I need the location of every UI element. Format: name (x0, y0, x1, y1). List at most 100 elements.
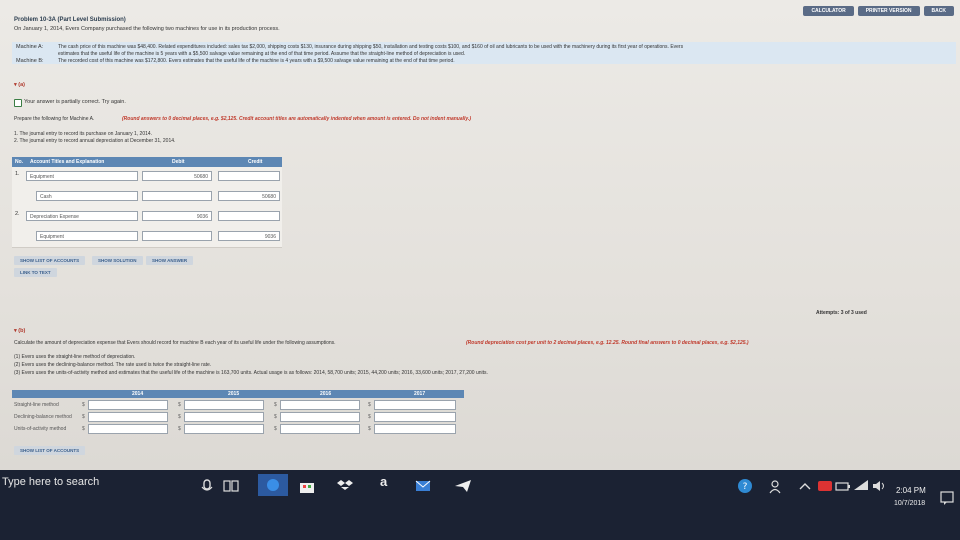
depreciation-input[interactable] (280, 412, 360, 422)
assumption-2: (2) Evers uses the declining-balance met… (14, 362, 212, 368)
machine-b-text: The recorded cost of this machine was $1… (58, 58, 455, 64)
dropbox-icon[interactable] (336, 478, 354, 494)
entry-number: 1. (15, 171, 20, 177)
credit-input[interactable] (218, 211, 280, 221)
machine-a-text: The cash price of this machine was $48,4… (58, 44, 684, 50)
debit-input[interactable]: 9036 (142, 211, 212, 221)
col-no: No. (15, 159, 24, 165)
dollar-sign: $ (178, 414, 181, 420)
store-icon[interactable] (298, 478, 316, 494)
mail-icon[interactable] (414, 478, 432, 494)
method-label: Units-of-activity method (14, 426, 67, 432)
col-debit: Debit (172, 159, 185, 165)
col-account: Account Titles and Explanation (30, 159, 105, 165)
dollar-sign: $ (178, 426, 181, 432)
credit-input[interactable]: 50680 (218, 191, 280, 201)
calculator-button[interactable]: CALCULATOR (803, 6, 854, 16)
method-label: Straight-line method (14, 402, 59, 408)
show-solution-button[interactable]: SHOW SOLUTION (92, 256, 143, 265)
part-b-toggle[interactable]: ▾ (b) (14, 328, 25, 334)
debit-input[interactable] (142, 191, 212, 201)
back-button[interactable]: BACK (923, 6, 954, 16)
depreciation-input[interactable] (280, 424, 360, 434)
machine-a-label: Machine A: (16, 44, 44, 50)
answer-status: Your answer is partially correct. Try ag… (24, 99, 126, 105)
account-input[interactable]: Equipment (36, 231, 138, 241)
dollar-sign: $ (82, 426, 85, 432)
edge-browser-icon[interactable] (258, 474, 288, 496)
machine-b-label: Machine B: (16, 58, 44, 64)
help-icon[interactable]: ? (736, 478, 754, 494)
debit-input[interactable]: 50680 (142, 171, 212, 181)
send-icon[interactable] (454, 478, 472, 494)
journal-row: 1. Equipment 50680 (12, 167, 282, 188)
svg-text:?: ? (743, 482, 748, 492)
assumption-3: (3) Evers uses the units-of-activity met… (14, 370, 488, 376)
link-to-text-button[interactable]: LINK TO TEXT (14, 268, 57, 277)
part-b-instruction: (Round depreciation cost per unit to 2 d… (466, 340, 749, 346)
part-a-toggle[interactable]: ▾ (a) (14, 82, 25, 88)
tray-app-icon[interactable] (816, 478, 834, 494)
journal-row: Cash 50680 (12, 187, 282, 208)
battery-icon[interactable] (834, 478, 852, 494)
depreciation-input[interactable] (374, 424, 456, 434)
partially-correct-icon (14, 99, 22, 107)
depreciation-input[interactable] (88, 424, 168, 434)
dollar-sign: $ (82, 402, 85, 408)
account-input[interactable]: Cash (36, 191, 138, 201)
year-header: 2015 (228, 391, 240, 397)
depreciation-input[interactable] (374, 400, 456, 410)
people-icon[interactable] (768, 478, 786, 494)
show-list-of-accounts-button-b[interactable]: SHOW LIST OF ACCOUNTS (14, 446, 86, 455)
part-a-instruction: (Round answers to 0 decimal places, e.g.… (122, 116, 472, 122)
dollar-sign: $ (368, 426, 371, 432)
notification-icon[interactable] (938, 490, 956, 506)
amazon-app-icon[interactable]: a (380, 474, 387, 489)
problem-intro: On January 1, 2014, Evers Company purcha… (14, 26, 280, 32)
dollar-sign: $ (274, 426, 277, 432)
credit-input[interactable]: 9036 (218, 231, 280, 241)
depreciation-input[interactable] (88, 412, 168, 422)
depreciation-input[interactable] (88, 400, 168, 410)
journal-table-header: No. Account Titles and Explanation Debit… (12, 157, 282, 167)
part-a-item-1: 1. The journal entry to record its purch… (14, 131, 153, 137)
depreciation-input[interactable] (184, 400, 264, 410)
method-label: Declining-balance method (14, 414, 72, 420)
top-toolbar: CALCULATOR PRINTER VERSION BACK (803, 6, 954, 16)
part-b-prompt: Calculate the amount of depreciation exp… (14, 340, 336, 346)
clock-date[interactable]: 10/7/2018 (894, 500, 925, 507)
depreciation-input[interactable] (374, 412, 456, 422)
dollar-sign: $ (178, 402, 181, 408)
volume-icon[interactable] (870, 478, 888, 494)
clock-time[interactable]: 2:04 PM (896, 486, 926, 495)
account-input[interactable]: Depreciation Expense (26, 211, 138, 221)
problem-page: CALCULATOR PRINTER VERSION BACK Problem … (0, 0, 960, 470)
debit-input[interactable] (142, 231, 212, 241)
assumption-1: (1) Evers uses the straight-line method … (14, 354, 136, 360)
account-input[interactable]: Equipment (26, 171, 138, 181)
machine-a-text-cont: estimates that the useful life of the ma… (58, 51, 466, 57)
attempts-counter: Attempts: 3 of 3 used (816, 310, 867, 316)
year-header: 2016 (320, 391, 332, 397)
dollar-sign: $ (82, 414, 85, 420)
show-answer-button[interactable]: SHOW ANSWER (146, 256, 194, 265)
taskbar-search-input[interactable]: Type here to search (2, 476, 99, 488)
journal-row: Equipment 9036 (12, 227, 282, 248)
journal-row: 2. Depreciation Expense 9036 (12, 207, 282, 228)
chevron-up-icon[interactable] (796, 478, 814, 494)
printer-version-button[interactable]: PRINTER VERSION (857, 6, 920, 16)
dollar-sign: $ (274, 414, 277, 420)
dollar-sign: $ (274, 402, 277, 408)
show-list-of-accounts-button[interactable]: SHOW LIST OF ACCOUNTS (14, 256, 86, 265)
dollar-sign: $ (368, 402, 371, 408)
microphone-icon[interactable] (198, 478, 216, 494)
part-a-item-2: 2. The journal entry to record annual de… (14, 138, 176, 144)
wifi-icon[interactable] (852, 478, 870, 494)
task-view-icon[interactable] (222, 478, 240, 494)
depreciation-input[interactable] (184, 424, 264, 434)
depreciation-input[interactable] (184, 412, 264, 422)
year-header: 2017 (414, 391, 426, 397)
dollar-sign: $ (368, 414, 371, 420)
depreciation-input[interactable] (280, 400, 360, 410)
credit-input[interactable] (218, 171, 280, 181)
